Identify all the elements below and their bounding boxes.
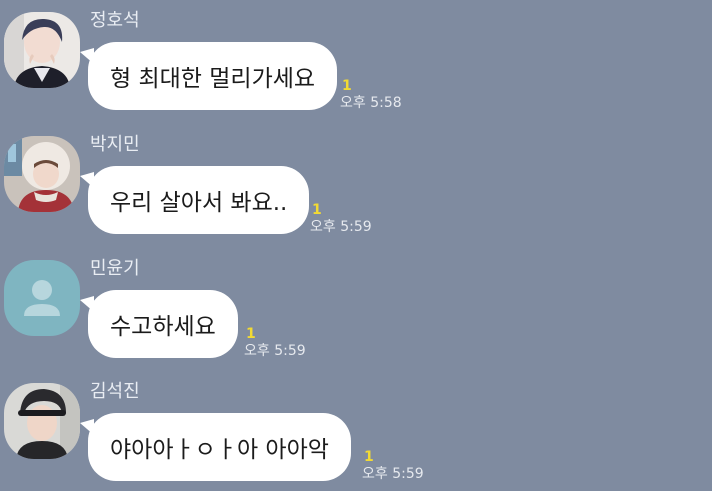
profile-photo bbox=[4, 383, 80, 459]
profile-photo bbox=[4, 12, 80, 88]
unread-count: 1 bbox=[364, 449, 374, 465]
avatar[interactable] bbox=[4, 260, 80, 336]
message-bubble[interactable]: 야아아ㅏㅇㅏ아 아아악 bbox=[80, 413, 351, 481]
default-avatar-icon bbox=[4, 260, 80, 336]
avatar[interactable] bbox=[4, 383, 80, 459]
message-time: 오후 5:58 bbox=[340, 95, 402, 111]
message-meta: 1 오후 5:58 bbox=[340, 78, 402, 112]
unread-count: 1 bbox=[312, 202, 322, 218]
sender-name: 정호석 bbox=[90, 10, 140, 31]
sender-name: 민윤기 bbox=[90, 258, 140, 279]
message-meta: 1 오후 5:59 bbox=[310, 202, 372, 236]
message-bubble[interactable]: 수고하세요 bbox=[80, 290, 238, 358]
avatar[interactable] bbox=[4, 136, 80, 212]
message-row: 정호석 형 최대한 멀리가세요 1 오후 5:58 bbox=[0, 0, 712, 120]
profile-photo bbox=[4, 136, 80, 212]
avatar[interactable] bbox=[4, 12, 80, 88]
sender-name: 김석진 bbox=[90, 381, 140, 402]
message-row: 김석진 야아아ㅏㅇㅏ아 아아악 1 오후 5:59 bbox=[0, 371, 712, 491]
unread-count: 1 bbox=[246, 326, 256, 342]
message-bubble[interactable]: 형 최대한 멀리가세요 bbox=[79, 42, 338, 110]
sender-name: 박지민 bbox=[90, 134, 140, 155]
message-row: 민윤기 수고하세요 1 오후 5:59 bbox=[0, 248, 712, 368]
message-meta: 1 오후 5:59 bbox=[244, 326, 306, 360]
unread-count: 1 bbox=[342, 78, 352, 94]
message-time: 오후 5:59 bbox=[362, 466, 424, 482]
message-time: 오후 5:59 bbox=[244, 343, 306, 359]
message-row: 박지민 우리 살아서 봐요.. 1 오후 5:59 bbox=[0, 124, 712, 244]
chat-room: 정호석 형 최대한 멀리가세요 1 오후 5:58 박지민 우리 살아서 봐요.… bbox=[0, 0, 712, 489]
message-time: 오후 5:59 bbox=[310, 219, 372, 235]
message-meta: 1 오후 5:59 bbox=[362, 449, 424, 483]
message-bubble[interactable]: 우리 살아서 봐요.. bbox=[79, 166, 310, 234]
